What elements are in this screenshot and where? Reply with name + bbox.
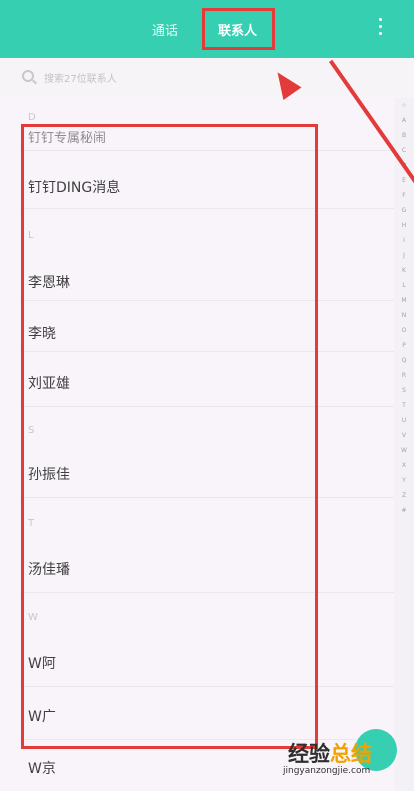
watermark-logo: 经验总结	[288, 738, 372, 768]
index-letter[interactable]: P	[394, 338, 414, 353]
search-input[interactable]: 搜索27位联系人	[44, 70, 117, 85]
list-item[interactable]: W京	[28, 758, 56, 778]
index-letter[interactable]: Y	[394, 473, 414, 488]
search-icon	[22, 70, 34, 82]
index-letter[interactable]: V	[394, 428, 414, 443]
index-letter[interactable]: Q	[394, 353, 414, 368]
index-letter[interactable]: F	[394, 188, 414, 203]
index-letter[interactable]: O	[394, 323, 414, 338]
watermark-text-b: 总结	[330, 742, 372, 766]
index-letter[interactable]: H	[394, 218, 414, 233]
section-header-d: D	[28, 112, 36, 123]
index-letter[interactable]: K	[394, 263, 414, 278]
index-letter[interactable]: M	[394, 293, 414, 308]
tab-calls[interactable]: 通话	[152, 20, 178, 39]
index-letter[interactable]: G	[394, 203, 414, 218]
index-letter[interactable]: L	[394, 278, 414, 293]
alphabet-index[interactable]: ☆ A B C D E F G H I J K L M N O P Q R S …	[394, 98, 414, 791]
watermark-text-a: 经验	[288, 742, 330, 766]
annotation-box-contact-list	[21, 124, 318, 749]
index-letter[interactable]: I	[394, 233, 414, 248]
more-menu-icon[interactable]	[379, 18, 383, 36]
index-letter[interactable]: Z	[394, 488, 414, 503]
index-letter[interactable]: J	[394, 248, 414, 263]
index-letter[interactable]: S	[394, 383, 414, 398]
index-letter[interactable]: B	[394, 128, 414, 143]
index-letter[interactable]: A	[394, 113, 414, 128]
watermark-url: jingyanzongjie.com	[283, 766, 371, 776]
annotation-box-contacts-tab	[202, 8, 275, 50]
index-letter[interactable]: T	[394, 398, 414, 413]
index-letter[interactable]: R	[394, 368, 414, 383]
index-letter[interactable]: N	[394, 308, 414, 323]
index-letter[interactable]: W	[394, 443, 414, 458]
index-letter[interactable]: #	[394, 503, 414, 518]
index-letter[interactable]: X	[394, 458, 414, 473]
index-letter[interactable]: U	[394, 413, 414, 428]
index-letter[interactable]: ☆	[394, 98, 414, 113]
